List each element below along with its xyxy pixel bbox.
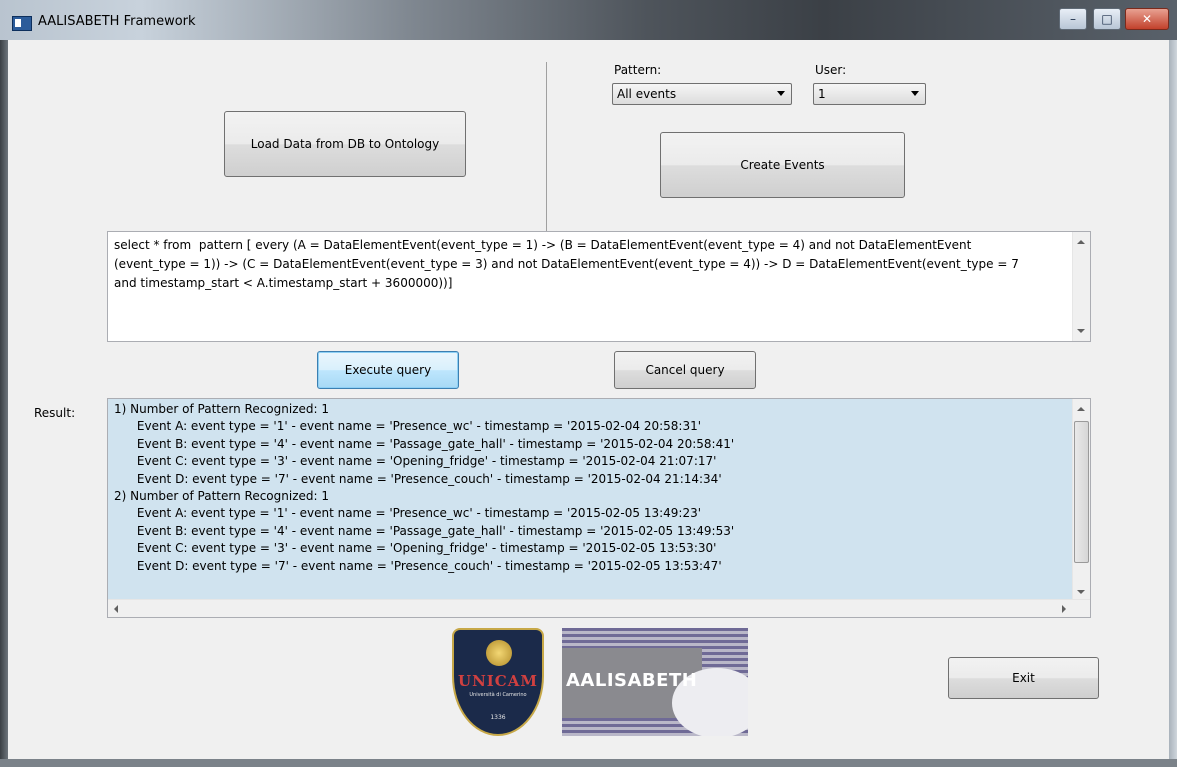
chevron-down-icon bbox=[777, 91, 785, 96]
result-vertical-scrollbar[interactable] bbox=[1072, 399, 1090, 602]
close-button[interactable]: ✕ bbox=[1125, 8, 1169, 30]
crest-icon bbox=[486, 640, 512, 666]
result-label: Result: bbox=[34, 406, 76, 420]
result-line: Event B: event type = '4' - event name =… bbox=[114, 436, 735, 451]
result-line: Event C: event type = '3' - event name =… bbox=[114, 454, 717, 469]
pattern-label: Pattern: bbox=[614, 63, 662, 77]
scroll-down-icon[interactable] bbox=[1077, 590, 1085, 594]
result-output[interactable]: 1) Number of Pattern Recognized: 1 Event… bbox=[107, 398, 1091, 618]
aalisabeth-logo: AALISABETH bbox=[562, 628, 748, 736]
create-events-button[interactable]: Create Events bbox=[660, 132, 905, 198]
query-editor[interactable]: select * from pattern [ every (A = DataE… bbox=[107, 231, 1091, 342]
result-line: Event D: event type = '7' - event name =… bbox=[114, 558, 722, 573]
pattern-select-value: All events bbox=[617, 87, 677, 101]
window-frame-right bbox=[1169, 40, 1177, 767]
result-line: 2) Number of Pattern Recognized: 1 bbox=[114, 489, 329, 504]
unicam-logo: UNICAM Università di Camerino 1336 bbox=[452, 628, 544, 736]
query-vertical-scrollbar[interactable] bbox=[1072, 232, 1090, 341]
result-line: Event C: event type = '3' - event name =… bbox=[114, 541, 717, 556]
app-window: AALISABETH Framework – □ ✕ Load Data fro… bbox=[0, 0, 1177, 767]
result-line: 1) Number of Pattern Recognized: 1 bbox=[114, 402, 329, 416]
scroll-down-icon[interactable] bbox=[1077, 329, 1085, 333]
result-lines: 1) Number of Pattern Recognized: 1 Event… bbox=[114, 401, 1074, 575]
title-bar[interactable]: AALISABETH Framework – □ ✕ bbox=[0, 0, 1177, 40]
exit-button[interactable]: Exit bbox=[948, 657, 1099, 699]
cancel-query-button[interactable]: Cancel query bbox=[614, 351, 756, 389]
user-label: User: bbox=[815, 63, 847, 77]
scroll-right-icon[interactable] bbox=[1062, 605, 1066, 613]
chevron-down-icon bbox=[911, 91, 919, 96]
window-frame-bottom bbox=[0, 759, 1177, 767]
app-icon bbox=[12, 16, 32, 31]
result-line: Event A: event type = '1' - event name =… bbox=[114, 419, 702, 434]
result-line: Event A: event type = '1' - event name =… bbox=[114, 506, 702, 521]
maximize-button[interactable]: □ bbox=[1093, 8, 1121, 30]
execute-query-button[interactable]: Execute query bbox=[317, 351, 459, 389]
user-select[interactable]: 1 bbox=[813, 83, 926, 105]
result-line: Event D: event type = '7' - event name =… bbox=[114, 471, 722, 486]
scroll-up-icon[interactable] bbox=[1077, 240, 1085, 244]
pattern-select[interactable]: All events bbox=[612, 83, 792, 105]
window-title: AALISABETH Framework bbox=[38, 14, 196, 29]
scroll-thumb[interactable] bbox=[1074, 421, 1089, 563]
query-text[interactable]: select * from pattern [ every (A = DataE… bbox=[114, 236, 1074, 293]
minimize-button[interactable]: – bbox=[1059, 8, 1087, 30]
result-horizontal-scrollbar[interactable] bbox=[108, 599, 1090, 617]
window-frame-left bbox=[0, 40, 8, 767]
scroll-up-icon[interactable] bbox=[1077, 407, 1085, 411]
load-data-button[interactable]: Load Data from DB to Ontology bbox=[224, 111, 466, 177]
result-line: Event B: event type = '4' - event name =… bbox=[114, 523, 735, 538]
user-select-value: 1 bbox=[818, 87, 826, 101]
scroll-left-icon[interactable] bbox=[114, 605, 118, 613]
